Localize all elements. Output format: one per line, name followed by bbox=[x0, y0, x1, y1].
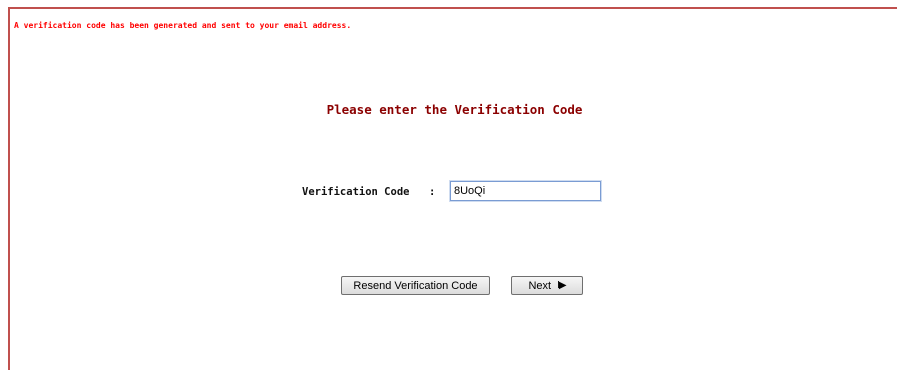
page-title: Please enter the Verification Code bbox=[326, 102, 583, 117]
verification-code-label: Verification Code bbox=[302, 186, 410, 198]
label-separator: : bbox=[429, 186, 436, 198]
next-button[interactable]: Next I▶ bbox=[511, 276, 583, 295]
next-arrow-icon: I▶ bbox=[557, 280, 567, 291]
verification-sent-notice: A verification code has been generated a… bbox=[14, 21, 352, 30]
verification-code-input[interactable] bbox=[449, 180, 602, 202]
next-button-label: Next bbox=[528, 279, 552, 292]
resend-verification-code-button[interactable]: Resend Verification Code bbox=[341, 276, 490, 295]
